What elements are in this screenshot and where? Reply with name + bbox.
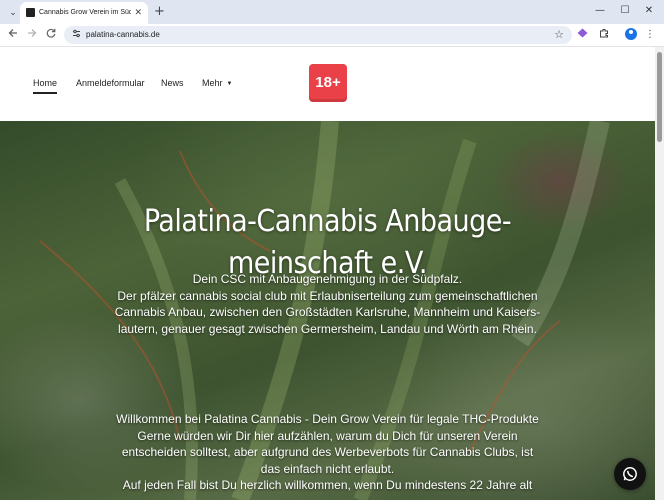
intro-line: Cannabis Anbau, zwischen den Großstädten… [114,305,541,319]
new-tab-button[interactable]: + [154,5,165,19]
welcome-line: das einfach nicht erlaubt. [260,461,395,476]
welcome-line: Auf jeden Fall bist Du herzlich willkomm… [122,478,533,492]
profile-avatar-icon[interactable] [625,28,637,40]
forward-arrow-icon[interactable] [25,28,39,43]
hero-title-line: Palatina-Cannabis Anbauge- [143,204,512,239]
extensions-puzzle-icon[interactable] [597,28,611,43]
browser-tab[interactable]: Cannabis Grow Verein im Südpfalz ✕ [20,2,148,24]
hero-section: Palatina-Cannabis Anbauge- meinschaft e.… [0,121,655,500]
intro-line: Dein CSC mit Anbaugenehmigung in der Süd… [192,272,463,286]
extension-gem-icon[interactable] [575,28,589,43]
intro-line: lautern, genauer gesagt zwischen Germers… [118,321,537,336]
url-text[interactable]: palatina-cannabis.de [86,29,160,41]
nav-mehr[interactable]: Mehr ▼ [202,77,232,90]
browser-menu-icon[interactable]: ⋮ [643,28,657,42]
intro-line: Der pfälzer cannabis social club mit Erl… [117,288,538,303]
tab-search-chevron-icon[interactable]: ⌄ [6,6,20,20]
page-scrollbar-thumb[interactable] [657,52,662,142]
nav-anmeldeformular[interactable]: Anmeldeformular [76,77,145,89]
minimize-button[interactable]: — [593,4,607,18]
browser-tab-strip: ⌄ Cannabis Grow Verein im Südpfalz ✕ + —… [0,0,664,24]
address-bar[interactable]: palatina-cannabis.de ☆ [64,26,572,44]
nav-news[interactable]: News [161,77,184,89]
site-header: Home Anmeldeformular News Mehr ▼ 18+ [0,47,655,121]
star-icon[interactable]: ☆ [554,28,564,42]
back-arrow-icon[interactable] [6,28,20,43]
site-info-icon[interactable] [72,29,81,42]
welcome-line: entscheiden solltest, aber aufgrund des … [121,445,534,459]
nav-mehr-label: Mehr [202,78,223,88]
chevron-down-icon: ▼ [226,81,233,87]
maximize-button[interactable]: ☐ [618,4,632,18]
welcome-line: Willkommen bei Palatina Cannabis - Dein … [116,412,539,426]
reload-icon[interactable] [44,28,58,43]
tab-close-icon[interactable]: ✕ [134,7,142,19]
age-18-badge: 18+ [309,64,347,102]
nav-home[interactable]: Home [33,77,58,94]
welcome-line: Gerne würden wir Dir hier aufzählen, war… [137,428,518,443]
browser-toolbar: palatina-cannabis.de ☆ ⋮ [0,24,664,47]
hero-intro-text: Dein CSC mit Anbaugenehmigung in der Süd… [112,271,543,337]
whatsapp-icon[interactable] [614,458,646,490]
tab-title: Cannabis Grow Verein im Südpfalz [39,9,131,16]
close-window-button[interactable]: ✕ [642,4,656,18]
favicon-icon [26,8,35,17]
hero-welcome-text: Willkommen bei Palatina Cannabis - Dein … [112,411,543,494]
